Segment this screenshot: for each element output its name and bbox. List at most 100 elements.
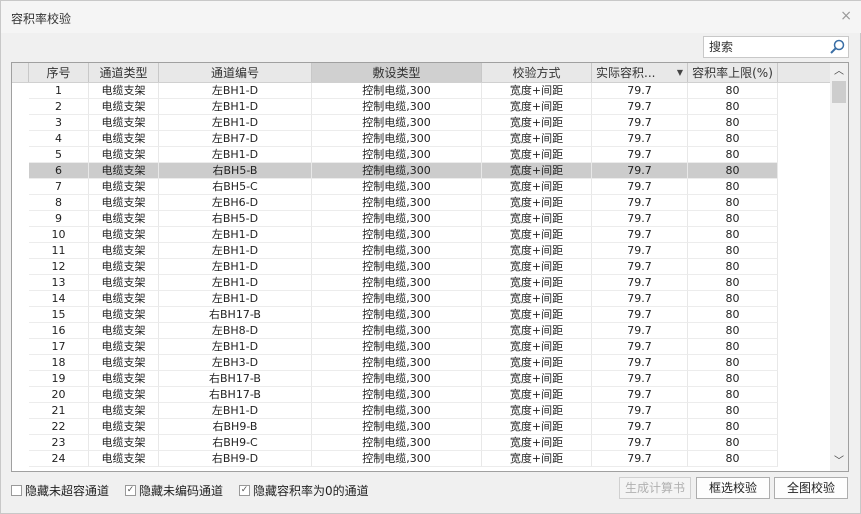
row-indicator — [12, 371, 29, 387]
table-cell: 电缆支架 — [89, 275, 159, 291]
table-row[interactable]: 8 电缆支架 左BH6-D 控制电缆,300 宽度+间距 79.7 80 — [12, 195, 830, 211]
table-cell: 右BH17-B — [159, 307, 312, 323]
table-cell: 左BH1-D — [159, 403, 312, 419]
row-indicator — [12, 387, 29, 403]
row-indicator-header — [12, 63, 29, 82]
table-cell: 右BH5-C — [159, 179, 312, 195]
table-cell: 控制电缆,300 — [312, 163, 482, 179]
checkbox-label: 隐藏容积率为0的通道 — [253, 484, 369, 498]
results-table: 序号 通道类型 通道编号 敷设类型 校验方式 实际容积... ▼ 容积率上限(%) 1 电缆支架… — [11, 62, 849, 472]
generate-report-button[interactable]: 生成计算书 — [619, 477, 691, 499]
table-row[interactable]: 22 电缆支架 右BH9-B 控制电缆,300 宽度+间距 79.7 80 — [12, 419, 830, 435]
table-cell: 79.7 — [592, 83, 688, 99]
table-cell: 左BH1-D — [159, 291, 312, 307]
table-cell: 10 — [29, 227, 89, 243]
row-indicator — [12, 115, 29, 131]
table-row[interactable]: 5 电缆支架 左BH1-D 控制电缆,300 宽度+间距 79.7 80 — [12, 147, 830, 163]
table-cell: 控制电缆,300 — [312, 275, 482, 291]
table-cell: 宽度+间距 — [482, 115, 592, 131]
table-row[interactable]: 16 电缆支架 左BH8-D 控制电缆,300 宽度+间距 79.7 80 — [12, 323, 830, 339]
row-indicator — [12, 419, 29, 435]
table-cell: 80 — [688, 195, 778, 211]
table-row[interactable]: 4 电缆支架 左BH7-D 控制电缆,300 宽度+间距 79.7 80 — [12, 131, 830, 147]
table-cell: 13 — [29, 275, 89, 291]
table-row[interactable]: 9 电缆支架 右BH5-D 控制电缆,300 宽度+间距 79.7 80 — [12, 211, 830, 227]
checkbox-checked-icon[interactable]: ✓ — [239, 485, 251, 496]
table-cell: 左BH8-D — [159, 323, 312, 339]
scroll-up-icon[interactable]: ︿ — [830, 63, 848, 81]
table-row[interactable]: 11 电缆支架 左BH1-D 控制电缆,300 宽度+间距 79.7 80 — [12, 243, 830, 259]
box-select-check-button[interactable]: 框选校验 — [696, 477, 770, 499]
row-indicator — [12, 275, 29, 291]
scroll-down-icon[interactable]: ﹀ — [830, 453, 848, 471]
column-header[interactable]: 校验方式 — [482, 63, 592, 82]
table-row[interactable]: 12 电缆支架 左BH1-D 控制电缆,300 宽度+间距 79.7 80 — [12, 259, 830, 275]
table-cell: 宽度+间距 — [482, 435, 592, 451]
table-row[interactable]: 23 电缆支架 右BH9-C 控制电缆,300 宽度+间距 79.7 80 — [12, 435, 830, 451]
table-row[interactable]: 1 电缆支架 左BH1-D 控制电缆,300 宽度+间距 79.7 80 — [12, 83, 830, 99]
column-header[interactable]: 敷设类型 — [312, 63, 482, 82]
table-cell: 79.7 — [592, 227, 688, 243]
row-indicator — [12, 291, 29, 307]
table-cell: 80 — [688, 227, 778, 243]
table-cell: 宽度+间距 — [482, 355, 592, 371]
table-cell: 电缆支架 — [89, 323, 159, 339]
table-cell: 79.7 — [592, 419, 688, 435]
table-row[interactable]: 15 电缆支架 右BH17-B 控制电缆,300 宽度+间距 79.7 80 — [12, 307, 830, 323]
table-cell: 宽度+间距 — [482, 451, 592, 467]
row-indicator — [12, 259, 29, 275]
table-cell: 9 — [29, 211, 89, 227]
table-cell: 80 — [688, 115, 778, 131]
table-cell: 79.7 — [592, 131, 688, 147]
table-row[interactable]: 14 电缆支架 左BH1-D 控制电缆,300 宽度+间距 79.7 80 — [12, 291, 830, 307]
table-cell: 电缆支架 — [89, 243, 159, 259]
table-row[interactable]: 2 电缆支架 左BH1-D 控制电缆,300 宽度+间距 79.7 80 — [12, 99, 830, 115]
table-cell: 80 — [688, 307, 778, 323]
table-cell: 80 — [688, 435, 778, 451]
column-header[interactable]: 实际容积... ▼ — [592, 63, 688, 82]
checkbox-option[interactable]: ✓ 隐藏容积率为0的通道 — [239, 482, 369, 499]
checkbox-checked-icon[interactable]: ✓ — [125, 485, 137, 496]
table-cell: 79.7 — [592, 403, 688, 419]
table-cell: 4 — [29, 131, 89, 147]
checkbox-option[interactable]: ✓ 隐藏未编码通道 — [125, 482, 223, 499]
table-row[interactable]: 21 电缆支架 左BH1-D 控制电缆,300 宽度+间距 79.7 80 — [12, 403, 830, 419]
table-row[interactable]: 18 电缆支架 左BH3-D 控制电缆,300 宽度+间距 79.7 80 — [12, 355, 830, 371]
table-cell: 宽度+间距 — [482, 227, 592, 243]
search-icon[interactable] — [829, 39, 845, 55]
table-row[interactable]: 17 电缆支架 左BH1-D 控制电缆,300 宽度+间距 79.7 80 — [12, 339, 830, 355]
table-row[interactable]: 24 电缆支架 右BH9-D 控制电缆,300 宽度+间距 79.7 80 — [12, 451, 830, 467]
row-indicator — [12, 339, 29, 355]
table-row[interactable]: 3 电缆支架 左BH1-D 控制电缆,300 宽度+间距 79.7 80 — [12, 115, 830, 131]
table-cell: 左BH3-D — [159, 355, 312, 371]
table-cell: 电缆支架 — [89, 355, 159, 371]
table-cell: 6 — [29, 163, 89, 179]
close-icon[interactable]: × — [840, 8, 852, 24]
full-drawing-check-button[interactable]: 全图校验 — [774, 477, 848, 499]
table-cell: 控制电缆,300 — [312, 339, 482, 355]
column-header[interactable]: 容积率上限(%) — [688, 63, 778, 82]
table-row[interactable]: 6 电缆支架 右BH5-B 控制电缆,300 宽度+间距 79.7 80 — [12, 163, 830, 179]
table-row[interactable]: 10 电缆支架 左BH1-D 控制电缆,300 宽度+间距 79.7 80 — [12, 227, 830, 243]
search-box[interactable] — [703, 36, 849, 58]
table-row[interactable]: 13 电缆支架 左BH1-D 控制电缆,300 宽度+间距 79.7 80 — [12, 275, 830, 291]
vertical-scrollbar[interactable]: ︿ ﹀ — [830, 63, 848, 471]
search-input[interactable] — [704, 37, 822, 57]
table-cell: 79.7 — [592, 371, 688, 387]
row-indicator — [12, 163, 29, 179]
column-header[interactable]: 通道编号 — [159, 63, 312, 82]
column-header[interactable]: 序号 — [29, 63, 89, 82]
table-cell: 左BH1-D — [159, 259, 312, 275]
table-cell: 电缆支架 — [89, 403, 159, 419]
table-row[interactable]: 19 电缆支架 右BH17-B 控制电缆,300 宽度+间距 79.7 80 — [12, 371, 830, 387]
table-cell: 控制电缆,300 — [312, 387, 482, 403]
table-cell: 电缆支架 — [89, 83, 159, 99]
table-cell: 控制电缆,300 — [312, 179, 482, 195]
column-header[interactable]: 通道类型 — [89, 63, 159, 82]
scroll-thumb[interactable] — [832, 81, 846, 103]
checkbox-option[interactable]: 隐藏未超容通道 — [11, 482, 109, 499]
table-row[interactable]: 20 电缆支架 右BH17-B 控制电缆,300 宽度+间距 79.7 80 — [12, 387, 830, 403]
checkbox-unchecked-icon[interactable] — [11, 485, 22, 496]
table-row[interactable]: 7 电缆支架 右BH5-C 控制电缆,300 宽度+间距 79.7 80 — [12, 179, 830, 195]
table-cell: 电缆支架 — [89, 451, 159, 467]
